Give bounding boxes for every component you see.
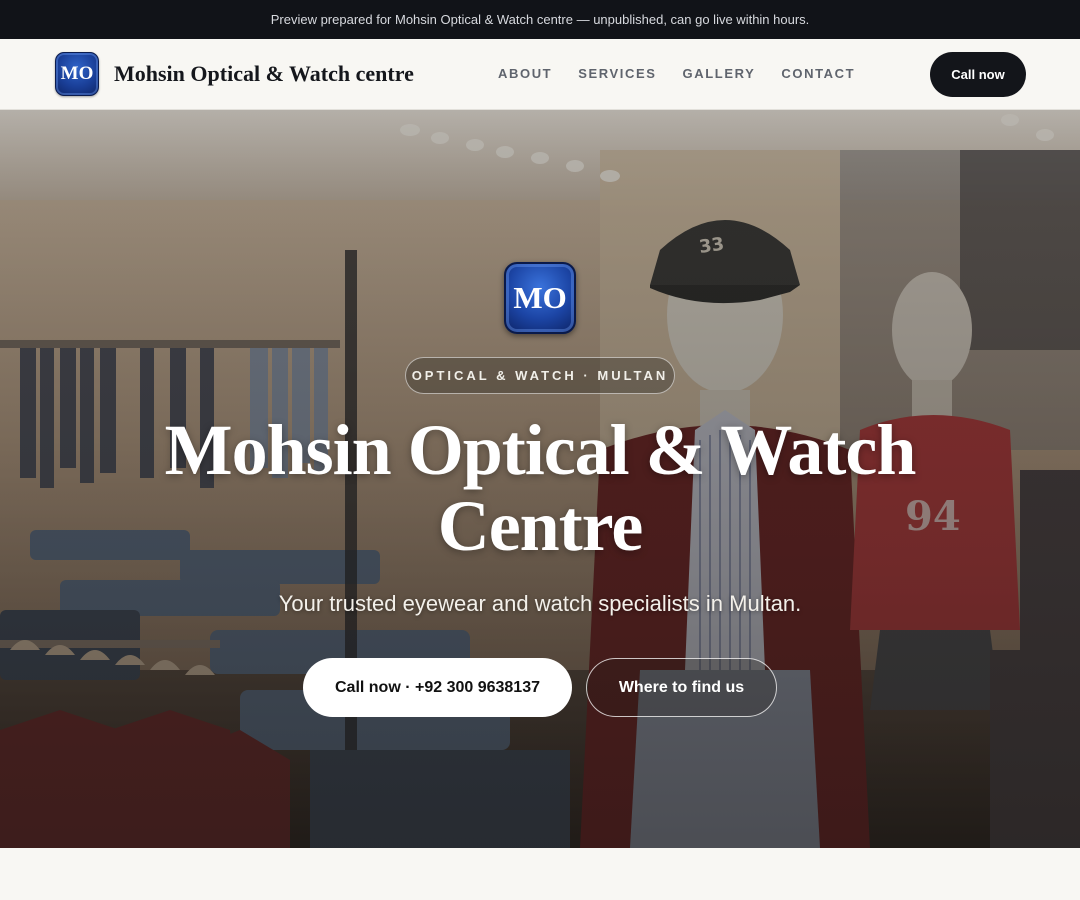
logo-badge[interactable]: MO	[55, 52, 99, 96]
main-nav: ABOUT SERVICES GALLERY CONTACT	[498, 66, 855, 81]
hero-call-button[interactable]: Call now · +92 300 9638137	[303, 658, 572, 717]
hero-subtitle: Your trusted eyewear and watch specialis…	[278, 591, 802, 616]
announcement-text: Preview prepared for Mohsin Optical & Wa…	[270, 12, 810, 27]
nav-link-services[interactable]: SERVICES	[578, 66, 656, 81]
nav-link-about[interactable]: ABOUT	[498, 66, 552, 81]
hero-section: 33 94 MO OPTICAL & WATCH · MULTAN Mohsin…	[0, 110, 1080, 848]
call-now-button[interactable]: Call now	[930, 52, 1026, 97]
next-section-edge	[0, 848, 1080, 900]
hero-eyebrow-badge: OPTICAL & WATCH · MULTAN	[405, 357, 675, 394]
nav-link-contact[interactable]: CONTACT	[781, 66, 855, 81]
brand-name[interactable]: Mohsin Optical & Watch centre	[114, 61, 414, 87]
logo-initials: MO	[60, 63, 94, 84]
nav-link-gallery[interactable]: GALLERY	[683, 66, 756, 81]
announcement-bar: Preview prepared for Mohsin Optical & Wa…	[0, 0, 1080, 39]
hero-location-button[interactable]: Where to find us	[586, 658, 777, 717]
hero-title: Mohsin Optical & Watch Centre	[164, 410, 917, 566]
site-header: MO Mohsin Optical & Watch centre ABOUT S…	[0, 39, 1080, 110]
hero-logo-badge: MO	[504, 262, 576, 334]
hero-logo-initials: MO	[513, 280, 567, 315]
